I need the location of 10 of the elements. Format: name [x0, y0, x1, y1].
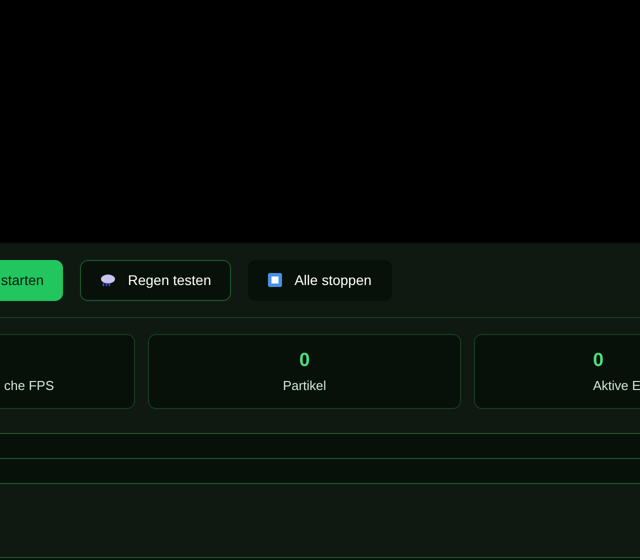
stop-icon	[268, 273, 282, 287]
action-button[interactable]: Regen testen	[80, 260, 231, 300]
action-button[interactable]: starten	[0, 260, 63, 300]
stat-label: che FPS	[4, 379, 54, 392]
stat-label: Aktive E	[593, 379, 640, 392]
action-button[interactable]: Alle stoppen	[248, 260, 392, 300]
stat-value: 0	[299, 351, 310, 370]
stat-value: 0	[593, 351, 604, 370]
rain-cloud-icon	[100, 273, 116, 287]
stat-label: Partikel	[282, 379, 326, 392]
